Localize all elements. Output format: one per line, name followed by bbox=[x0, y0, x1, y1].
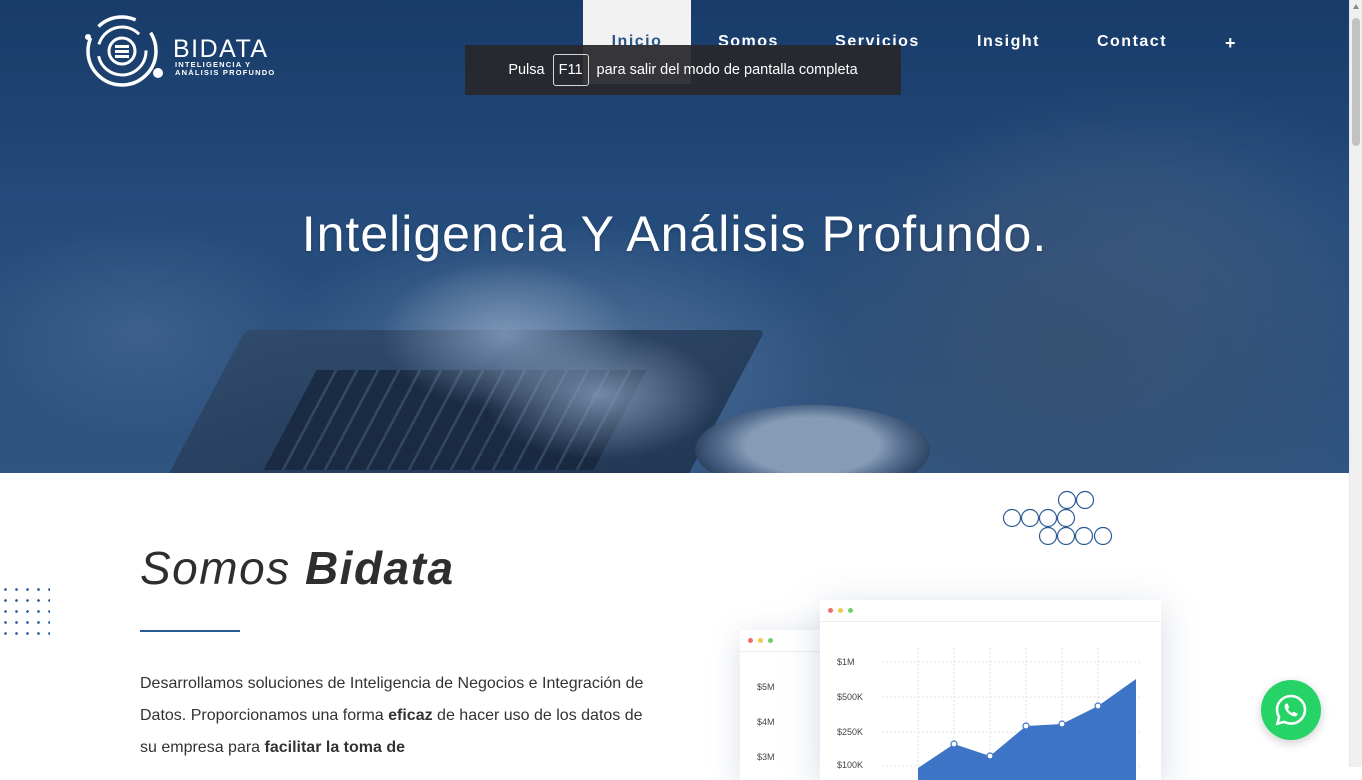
area-chart bbox=[882, 648, 1142, 780]
nav-item-more[interactable]: + bbox=[1196, 0, 1266, 84]
nav-item-insight[interactable]: Insight bbox=[949, 0, 1068, 84]
circles-decoration bbox=[1002, 490, 1113, 545]
data-point bbox=[986, 752, 994, 760]
hero-title: Inteligencia Y Análisis Profundo. bbox=[301, 206, 1048, 262]
nav-item-contact[interactable]: Contact bbox=[1068, 0, 1196, 84]
data-point bbox=[1022, 722, 1030, 730]
axis-tick: $3M bbox=[757, 752, 775, 762]
axis-tick: $500K bbox=[837, 692, 864, 702]
window-bar bbox=[820, 600, 1161, 622]
window-dot bbox=[768, 638, 773, 643]
data-point bbox=[1094, 702, 1102, 710]
toast-key: F11 bbox=[552, 54, 589, 86]
axis-tick: $100K bbox=[837, 760, 864, 770]
dot-pattern-decoration bbox=[0, 584, 50, 636]
site-logo[interactable]: BIDATA INTELIGENCIA Y ANÁLISIS PROFUNDO bbox=[80, 9, 290, 99]
axis-tick: $4M bbox=[757, 717, 775, 727]
title-underline bbox=[140, 630, 240, 632]
window-dot bbox=[758, 638, 763, 643]
section-title: Somos Bidata bbox=[140, 541, 455, 595]
about-bold-1: eficaz bbox=[388, 707, 433, 724]
window-dot bbox=[828, 608, 833, 613]
data-point bbox=[950, 740, 958, 748]
axis-tick: $1M bbox=[837, 657, 855, 667]
whatsapp-icon bbox=[1275, 694, 1307, 726]
axis-tick: $5M bbox=[757, 682, 775, 692]
axis-tick: $250K bbox=[837, 727, 864, 737]
window-dot bbox=[748, 638, 753, 643]
dashboard-card-front: $1M $500K $250K $100K bbox=[820, 600, 1161, 780]
window-dot bbox=[838, 608, 843, 613]
section-title-light: Somos bbox=[140, 542, 291, 594]
area-series bbox=[918, 679, 1136, 780]
logo-tagline: INTELIGENCIA Y ANÁLISIS PROFUNDO bbox=[175, 61, 295, 77]
logo-tagline-line-2: ANÁLISIS PROFUNDO bbox=[175, 68, 276, 77]
whatsapp-button[interactable] bbox=[1261, 680, 1321, 740]
page-scrollbar[interactable] bbox=[1349, 0, 1362, 767]
data-point bbox=[1058, 720, 1066, 728]
about-bold-2: facilitar la toma de bbox=[264, 739, 406, 756]
toast-suffix: para salir del modo de pantalla completa bbox=[596, 62, 858, 78]
fullscreen-toast: Pulsa F11 para salir del modo de pantall… bbox=[465, 45, 901, 95]
window-dot bbox=[848, 608, 853, 613]
section-title-bold: Bidata bbox=[304, 542, 455, 594]
about-paragraph: Desarrollamos soluciones de Inteligencia… bbox=[140, 668, 650, 764]
bidata-logo-icon bbox=[85, 15, 163, 87]
toast-prefix: Pulsa bbox=[508, 62, 545, 78]
scroll-up-arrow-icon[interactable] bbox=[1353, 4, 1359, 9]
scroll-thumb[interactable] bbox=[1352, 18, 1360, 146]
